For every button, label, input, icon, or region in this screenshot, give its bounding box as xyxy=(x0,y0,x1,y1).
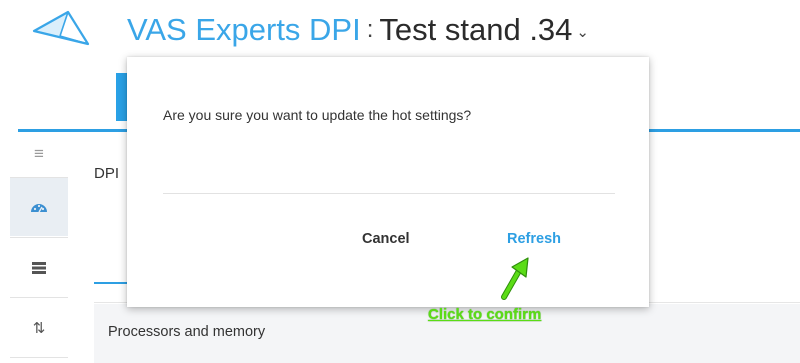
server-list-icon xyxy=(32,262,46,274)
brand-name: VAS Experts DPI xyxy=(127,12,361,47)
chevron-down-icon[interactable]: ⌄ xyxy=(576,24,589,41)
hamburger-menu-icon[interactable]: ≡ xyxy=(10,133,68,175)
sidebar-divider xyxy=(10,297,68,298)
page-title[interactable]: VAS Experts DPI: Test stand .34 ⌄ xyxy=(127,8,589,58)
sort-icon[interactable]: ⇅ xyxy=(10,300,68,356)
green-arrow-icon xyxy=(501,257,529,300)
dialog-message: Are you sure you want to update the hot … xyxy=(163,107,472,123)
section-label: Processors and memory xyxy=(108,324,266,340)
cancel-button[interactable]: Cancel xyxy=(362,231,410,247)
sidebar-divider xyxy=(10,357,68,358)
refresh-button[interactable]: Refresh xyxy=(507,231,561,247)
sidebar-divider xyxy=(10,237,68,238)
dpi-label: DPI xyxy=(94,165,120,182)
stand-name: Test stand .34 xyxy=(379,12,573,47)
sidebar-item-dashboard[interactable] xyxy=(10,178,68,236)
active-subtab-indicator xyxy=(94,282,128,284)
click-to-confirm-annotation: Click to confirm xyxy=(428,306,542,323)
title-separator: : xyxy=(366,16,374,43)
dialog-divider xyxy=(163,193,615,194)
sidebar: ≡ ⇅ xyxy=(10,133,68,363)
paper-plane-logo-icon xyxy=(32,10,90,46)
sidebar-item-servers[interactable] xyxy=(10,240,68,296)
confirm-dialog: Are you sure you want to update the hot … xyxy=(127,57,649,307)
dashboard-gauge-icon xyxy=(31,204,47,213)
